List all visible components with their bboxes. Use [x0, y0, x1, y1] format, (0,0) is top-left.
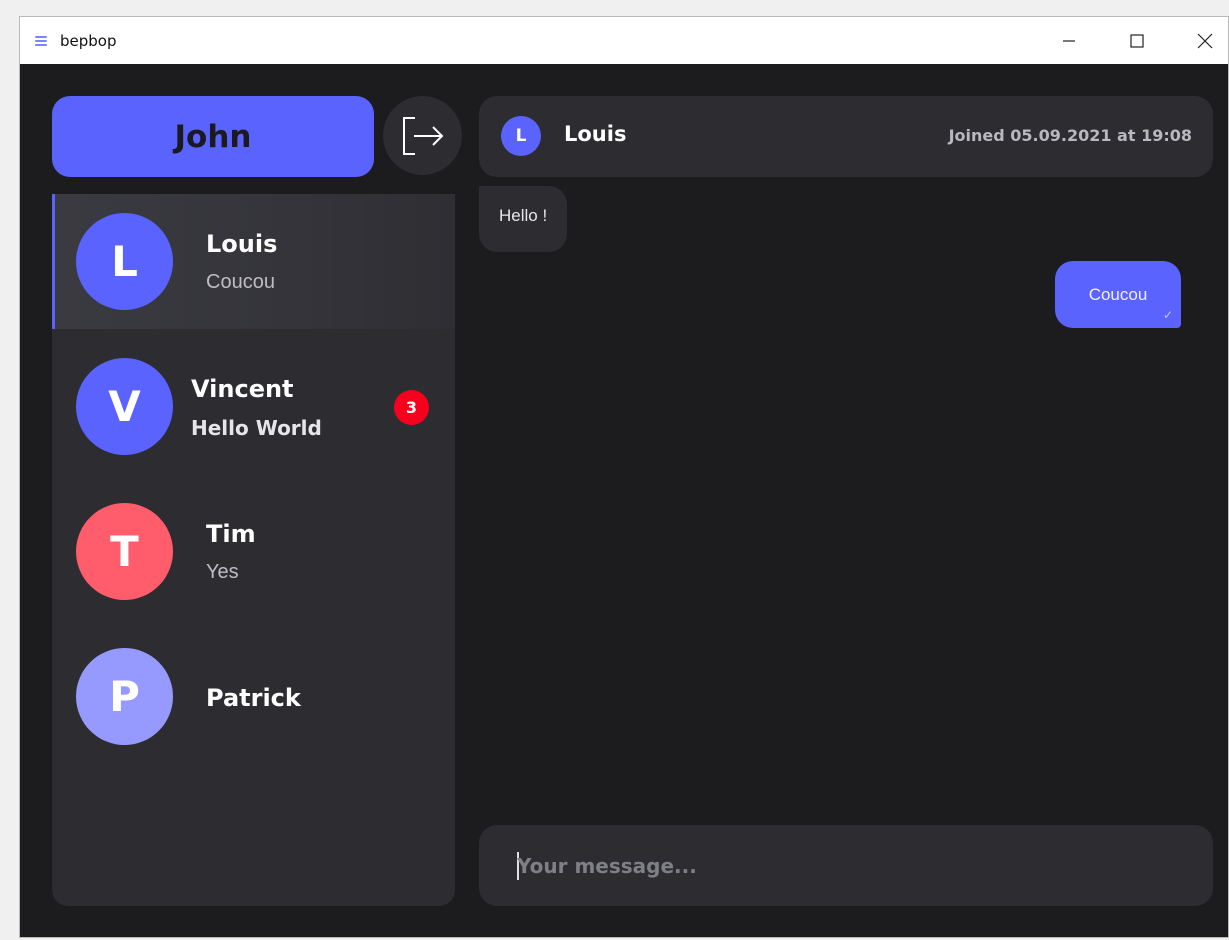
app-window: bepbop John L Louis Coucou V Vincent Hel…	[19, 16, 1229, 938]
chat-joined-date: Joined 05.09.2021 at 19:08	[948, 126, 1192, 145]
avatar: T	[76, 503, 173, 600]
avatar: P	[76, 648, 173, 745]
window-title: bepbop	[60, 31, 117, 50]
contact-item-louis[interactable]: L Louis Coucou	[52, 194, 455, 329]
maximize-button[interactable]	[1114, 17, 1160, 64]
contact-item-tim[interactable]: T Tim Yes	[52, 484, 455, 619]
minimize-icon	[1063, 39, 1075, 42]
avatar: V	[76, 358, 173, 455]
app-content: John L Louis Coucou V Vincent Hello Worl…	[20, 64, 1228, 937]
avatar: L	[76, 213, 173, 310]
minimize-button[interactable]	[1046, 17, 1092, 64]
app-icon	[35, 35, 47, 46]
unread-count-badge: 3	[394, 390, 429, 425]
message-text: Hello !	[499, 206, 548, 225]
contact-list: L Louis Coucou V Vincent Hello World 3 T…	[52, 194, 455, 906]
contact-name: Patrick	[206, 684, 301, 712]
contact-name: Tim	[206, 520, 256, 548]
check-icon: ✓	[1162, 308, 1173, 322]
contact-last-message: Yes	[206, 561, 239, 583]
chat-contact-name: Louis	[564, 122, 627, 146]
maximize-icon	[1130, 33, 1144, 48]
desktop-frame: bepbop John L Louis Coucou V Vincent Hel…	[0, 0, 1229, 940]
logout-button[interactable]	[383, 96, 462, 175]
message-text: Coucou	[1088, 284, 1148, 304]
window-controls	[1024, 17, 1228, 64]
contact-name: Louis	[206, 230, 278, 258]
contact-item-vincent[interactable]: V Vincent Hello World 3	[52, 339, 455, 474]
message-incoming: Hello !	[479, 186, 568, 252]
current-user-button[interactable]: John	[52, 96, 374, 177]
close-button[interactable]	[1182, 17, 1228, 64]
logout-icon	[402, 116, 443, 155]
close-icon	[1197, 33, 1213, 48]
message-outgoing: Coucou ✓	[1055, 261, 1181, 328]
contact-last-message: Coucou	[206, 271, 275, 293]
contact-item-patrick[interactable]: P Patrick	[52, 629, 455, 764]
title-bar[interactable]: bepbop	[20, 17, 1228, 64]
contact-name: Vincent	[191, 375, 294, 403]
contact-last-message: Hello World	[191, 416, 322, 440]
message-input[interactable]	[517, 825, 1167, 906]
chat-contact-avatar: L	[501, 116, 541, 156]
message-composer	[479, 825, 1213, 906]
chat-header: L Louis Joined 05.09.2021 at 19:08	[479, 96, 1213, 177]
